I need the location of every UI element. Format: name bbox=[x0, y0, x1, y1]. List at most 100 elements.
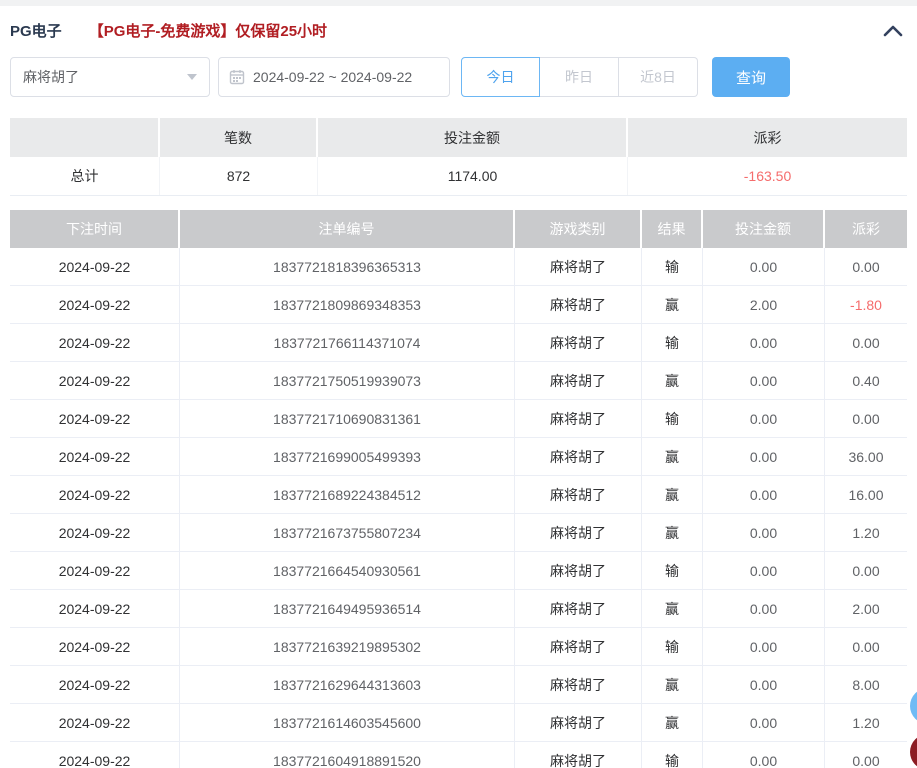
cell-bet-time: 2024-09-22 bbox=[10, 742, 180, 768]
cell-game-type: 麻将胡了 bbox=[515, 438, 642, 475]
cell-bet-amount: 0.00 bbox=[703, 742, 825, 768]
cell-result: 赢 bbox=[642, 438, 703, 475]
quick-filter-last8days[interactable]: 近8日 bbox=[619, 57, 698, 97]
cell-bet-time: 2024-09-22 bbox=[10, 400, 180, 437]
cell-game-type: 麻将胡了 bbox=[515, 628, 642, 665]
cell-bet-time: 2024-09-22 bbox=[10, 514, 180, 551]
cell-bet-id: 1837721699005499393 bbox=[180, 438, 515, 475]
cell-bet-amount: 0.00 bbox=[703, 438, 825, 475]
game-select[interactable]: 麻将胡了 bbox=[10, 57, 210, 97]
cell-bet-amount: 0.00 bbox=[703, 476, 825, 513]
table-row: 2024-09-22 1837721629644313603 麻将胡了 赢 0.… bbox=[10, 666, 907, 704]
cell-bet-time: 2024-09-22 bbox=[10, 324, 180, 361]
game-select-value: 麻将胡了 bbox=[23, 69, 79, 85]
quick-filter-yesterday[interactable]: 昨日 bbox=[540, 57, 619, 97]
summary-table: 笔数 投注金额 派彩 总计 872 1174.00 -163.50 bbox=[10, 118, 907, 196]
panel-header: PG电子 【PG电子-免费游戏】仅保留25小时 bbox=[0, 6, 917, 53]
col-header-bet-id: 注单编号 bbox=[180, 210, 515, 248]
cell-game-type: 麻将胡了 bbox=[515, 286, 642, 323]
search-button[interactable]: 查询 bbox=[712, 57, 790, 97]
cell-payout: 36.00 bbox=[848, 448, 884, 465]
cell-game-type: 麻将胡了 bbox=[515, 248, 642, 285]
cell-bet-id: 1837721629644313603 bbox=[180, 666, 515, 703]
cell-bet-id: 1837721664540930561 bbox=[180, 552, 515, 589]
cell-payout: 16.00 bbox=[848, 486, 884, 503]
cell-game-type: 麻将胡了 bbox=[515, 324, 642, 361]
cell-game-type: 麻将胡了 bbox=[515, 362, 642, 399]
cell-result: 输 bbox=[642, 552, 703, 589]
quick-filter-group: 今日 昨日 近8日 bbox=[461, 57, 698, 97]
table-row: 2024-09-22 1837721664540930561 麻将胡了 输 0.… bbox=[10, 552, 907, 590]
pg-report-panel: PG电子 【PG电子-免费游戏】仅保留25小时 麻将胡了 2024-09-22 … bbox=[0, 0, 917, 768]
cell-bet-time: 2024-09-22 bbox=[10, 286, 180, 323]
cell-bet-amount: 0.00 bbox=[703, 704, 825, 741]
cell-payout: 1.20 bbox=[852, 714, 880, 731]
cell-result: 输 bbox=[642, 628, 703, 665]
cell-bet-id: 1837721689224384512 bbox=[180, 476, 515, 513]
table-row: 2024-09-22 1837721673755807234 麻将胡了 赢 0.… bbox=[10, 514, 907, 552]
cell-result: 赢 bbox=[642, 362, 703, 399]
chevron-down-icon bbox=[187, 74, 197, 80]
table-row: 2024-09-22 1837721809869348353 麻将胡了 赢 2.… bbox=[10, 286, 907, 324]
cell-payout: 0.00 bbox=[852, 410, 880, 427]
summary-total-label: 总计 bbox=[10, 157, 160, 195]
cell-game-type: 麻将胡了 bbox=[515, 742, 642, 768]
collapse-panel-button[interactable] bbox=[881, 22, 905, 40]
cell-result: 输 bbox=[642, 742, 703, 768]
summary-total-row: 总计 872 1174.00 -163.50 bbox=[10, 157, 907, 196]
quick-filter-today[interactable]: 今日 bbox=[461, 57, 540, 97]
floating-blue-button[interactable] bbox=[910, 688, 917, 724]
date-range-input[interactable]: 2024-09-22 ~ 2024-09-22 bbox=[218, 57, 450, 97]
table-row: 2024-09-22 1837721699005499393 麻将胡了 赢 0.… bbox=[10, 438, 907, 476]
cell-bet-id: 1837721710690831361 bbox=[180, 400, 515, 437]
summary-total-count: 872 bbox=[160, 157, 318, 195]
summary-header-blank bbox=[10, 118, 160, 157]
cell-result: 赢 bbox=[642, 590, 703, 627]
cell-result: 赢 bbox=[642, 476, 703, 513]
cell-game-type: 麻将胡了 bbox=[515, 666, 642, 703]
cell-bet-amount: 0.00 bbox=[703, 628, 825, 665]
cell-game-type: 麻将胡了 bbox=[515, 476, 642, 513]
summary-header-count: 笔数 bbox=[160, 118, 318, 157]
cell-bet-amount: 0.00 bbox=[703, 248, 825, 285]
date-range-value: 2024-09-22 ~ 2024-09-22 bbox=[253, 69, 413, 85]
table-row: 2024-09-22 1837721614603545600 麻将胡了 赢 0.… bbox=[10, 704, 907, 742]
cell-payout: 0.40 bbox=[852, 372, 880, 389]
cell-bet-id: 1837721818396365313 bbox=[180, 248, 515, 285]
cell-game-type: 麻将胡了 bbox=[515, 514, 642, 551]
cell-payout: 1.20 bbox=[852, 524, 880, 541]
summary-header-row: 笔数 投注金额 派彩 bbox=[10, 118, 907, 157]
cell-payout: -1.80 bbox=[850, 296, 882, 313]
cell-result: 赢 bbox=[642, 666, 703, 703]
cell-bet-id: 1837721649495936514 bbox=[180, 590, 515, 627]
cell-bet-time: 2024-09-22 bbox=[10, 476, 180, 513]
cell-bet-time: 2024-09-22 bbox=[10, 628, 180, 665]
cell-bet-id: 1837721639219895302 bbox=[180, 628, 515, 665]
table-row: 2024-09-22 1837721766114371074 麻将胡了 输 0.… bbox=[10, 324, 907, 362]
floating-red-button[interactable] bbox=[910, 734, 917, 768]
cell-bet-time: 2024-09-22 bbox=[10, 248, 180, 285]
table-row: 2024-09-22 1837721689224384512 麻将胡了 赢 0.… bbox=[10, 476, 907, 514]
summary-header-payout: 派彩 bbox=[628, 118, 907, 157]
cell-bet-amount: 0.00 bbox=[703, 514, 825, 551]
cell-result: 赢 bbox=[642, 514, 703, 551]
cell-payout: 0.00 bbox=[852, 752, 880, 768]
cell-bet-amount: 0.00 bbox=[703, 400, 825, 437]
cell-bet-id: 1837721809869348353 bbox=[180, 286, 515, 323]
cell-result: 输 bbox=[642, 400, 703, 437]
filter-bar: 麻将胡了 2024-09-22 ~ 2024-09-22 今日 昨日 近8日 查… bbox=[10, 57, 907, 97]
cell-payout: 0.00 bbox=[852, 562, 880, 579]
table-row: 2024-09-22 1837721818396365313 麻将胡了 输 0.… bbox=[10, 248, 907, 286]
page-title: PG电子 bbox=[10, 23, 62, 40]
bet-table-header: 下注时间 注单编号 游戏类别 结果 投注金额 派彩 bbox=[10, 210, 907, 248]
table-row: 2024-09-22 1837721750519939073 麻将胡了 赢 0.… bbox=[10, 362, 907, 400]
cell-bet-amount: 0.00 bbox=[703, 590, 825, 627]
cell-bet-id: 1837721673755807234 bbox=[180, 514, 515, 551]
cell-result: 输 bbox=[642, 324, 703, 361]
cell-bet-amount: 0.00 bbox=[703, 324, 825, 361]
cell-bet-amount: 0.00 bbox=[703, 362, 825, 399]
table-row: 2024-09-22 1837721710690831361 麻将胡了 输 0.… bbox=[10, 400, 907, 438]
cell-bet-amount: 0.00 bbox=[703, 552, 825, 589]
cell-bet-id: 1837721604918891520 bbox=[180, 742, 515, 768]
cell-bet-time: 2024-09-22 bbox=[10, 704, 180, 741]
